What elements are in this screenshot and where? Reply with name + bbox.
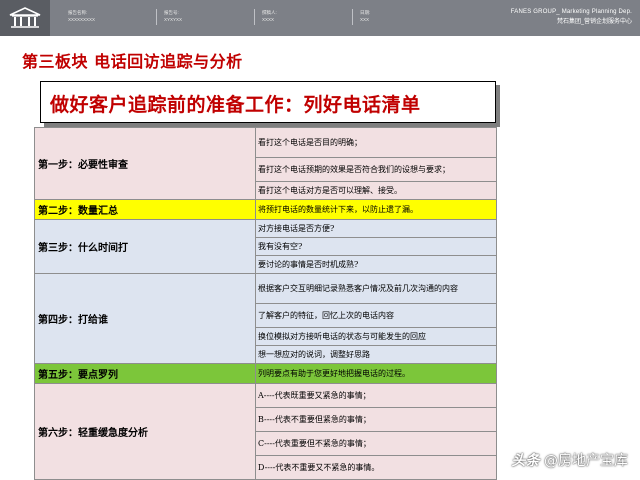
date-meta: 日期: XXX [360, 9, 370, 23]
step-item: 要讨论的事情是否时机成熟? [255, 255, 497, 274]
meta-value: XXXX [262, 17, 275, 22]
meta-label: 报告号: [164, 10, 179, 15]
brand-name-en: FANES GROUP_ Marketing Planning Dep. [510, 9, 632, 15]
header-bar: 报告名称: XXXXXXXXX 报告号: XYXYXX 撰稿人: XXXX 日期… [0, 0, 640, 36]
meta-value: XXX [360, 17, 370, 22]
meta-label: 报告名称: [68, 10, 88, 15]
table-row: 第四步：打给谁 根据客户交互明细记录熟悉客户情况及前几次沟通的内容 [34, 273, 497, 364]
divider [156, 9, 157, 25]
step-item: 看打这个电话预期的效果是否符合我们的设想与要求； [255, 157, 497, 182]
company-logo [0, 0, 50, 36]
step-item: 换位模拟对方接听电话的状态与可能发生的回应 [255, 327, 497, 346]
watermark-text: @房地产宝库 [544, 453, 628, 469]
divider [352, 9, 353, 25]
step-label: 第二步：数量汇总 [34, 199, 256, 220]
step-label: 第四步：打给谁 [34, 273, 256, 364]
table-row: 第三步：什么时间打 对方接电话是否方便? [34, 219, 497, 274]
step-label: 第一步：必要性审查 [34, 127, 256, 200]
meta-value: XXXXXXXXX [68, 17, 96, 22]
step-item: 想一想应对的说词，调整好思路 [255, 345, 497, 364]
table-row: 第一步：必要性审查 看打这个电话是否目的明确； [34, 127, 497, 200]
meta-label: 日期: [360, 10, 371, 15]
call-checklist-table: 第一步：必要性审查 看打这个电话是否目的明确； 看打这个电话预期的效果是否符合我… [34, 127, 497, 480]
step-item: 我有没有空? [255, 237, 497, 256]
author-meta: 撰稿人: XXXX [262, 9, 277, 23]
step-label: 第三步：什么时间打 [34, 219, 256, 274]
step-label: 第五步：要点罗列 [34, 363, 256, 384]
brand-name-cn: 梵石集团_营销企划服务中心 [556, 18, 632, 25]
meta-value: XYXYXX [164, 17, 183, 22]
section-title: 第三板块 电话回访追踪与分析 [22, 52, 243, 71]
step-item: 列明要点有助于您更好地把握电话的过程。 [255, 363, 497, 384]
divider [254, 9, 255, 25]
step-label: 第六步：轻重缓急度分析 [34, 383, 256, 480]
step-item: D----代表不重要又不紧急的事情。 [255, 455, 497, 480]
callout-title-box: 做好客户追踪前的准备工作：列好电话清单 [40, 81, 496, 123]
meta-label: 撰稿人: [262, 10, 277, 15]
step-item: 了解客户的特征，回忆上次的电话内容 [255, 303, 497, 328]
step-item: B----代表不重要但紧急的事情； [255, 407, 497, 432]
step-item: 将预打电话的数量统计下来，以防止遗了漏。 [255, 199, 497, 220]
step-item: A----代表既重要又紧急的事情； [255, 383, 497, 408]
step-item: 看打这个电话是否目的明确； [255, 127, 497, 158]
step-item: 看打这个电话对方是否可以理解、接受。 [255, 181, 497, 200]
watermark-logo: 头条 [511, 453, 540, 469]
building-icon [9, 7, 41, 28]
step-item: 对方接电话是否方便? [255, 219, 497, 238]
table-row: 第二步：数量汇总 将预打电话的数量统计下来，以防止遗了漏。 [34, 199, 497, 220]
table-row: 第六步：轻重缓急度分析 A----代表既重要又紧急的事情； [34, 383, 497, 480]
watermark: 头条 @房地产宝库 [512, 450, 628, 470]
step-item: 根据客户交互明细记录熟悉客户情况及前几次沟通的内容 [255, 273, 497, 304]
table-row: 第五步：要点罗列 列明要点有助于您更好地把握电话的过程。 [34, 363, 497, 384]
report-name-meta: 报告名称: XXXXXXXXX [68, 9, 95, 23]
callout-title: 做好客户追踪前的准备工作：列好电话清单 [50, 94, 421, 116]
brand-block: FANES GROUP_ Marketing Planning Dep. 梵石集… [511, 8, 632, 26]
report-number-meta: 报告号: XYXYXX [164, 9, 182, 23]
step-item: C----代表重要但不紧急的事情； [255, 431, 497, 456]
